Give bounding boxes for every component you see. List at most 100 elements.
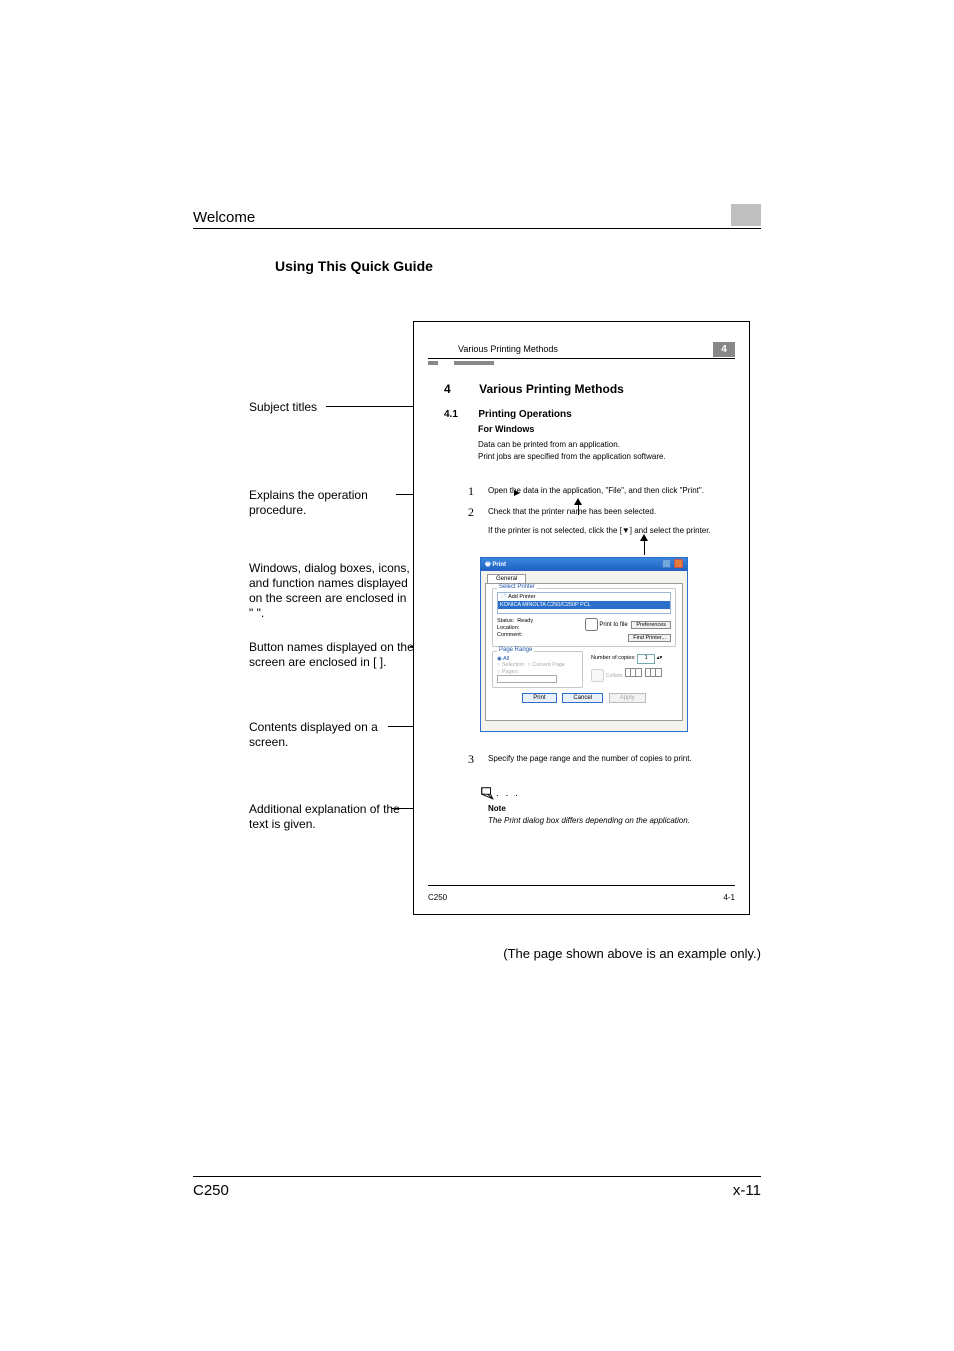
radio-label: Selection [502, 662, 525, 668]
callout-button-names: Button names displayed on the screen are… [249, 640, 414, 670]
radio-label: All [503, 656, 509, 662]
status-value: Ready [517, 618, 533, 624]
page-footer: C250 x-11 [193, 1182, 761, 1199]
print-to-file-checkbox[interactable] [585, 618, 598, 631]
group-page-range: Page Range ◉ All ○ Selection ○ Current P… [492, 651, 583, 688]
collate-checkbox [591, 669, 604, 682]
page-header: Welcome [193, 204, 761, 226]
mini-section-title: Printing Operations [478, 409, 571, 420]
printer-status-row: Status: Ready Location: Comment: Print t… [497, 618, 671, 642]
copies-label: Number of copies: [591, 655, 636, 661]
mini-chapter-row: 4 Various Printing Methods [444, 380, 735, 398]
callout-screen-contents: Contents displayed on a screen. [249, 720, 414, 750]
printer-icon: 🖶 [485, 562, 491, 568]
group-title: Select Printer [497, 584, 537, 590]
cancel-button[interactable]: Cancel [562, 693, 603, 703]
callout-subject-titles: Subject titles [249, 400, 414, 415]
step-number: 3 [468, 752, 474, 767]
comment-label: Comment: [497, 632, 533, 639]
tab-general[interactable]: General [487, 574, 526, 583]
mini-bar [454, 361, 494, 365]
step-text: Open the data in the application, "File"… [488, 486, 735, 495]
dialog-body: Select Printer 📄 Add Printer KONICA MINO… [485, 583, 683, 721]
spinner-icon[interactable]: ▴▾ [657, 655, 663, 661]
header-rule [193, 228, 761, 229]
page-footer-left: C250 [193, 1182, 229, 1199]
print-to-file-label: Print to file [599, 622, 627, 628]
radio-label: Current Page [532, 662, 565, 668]
radio-pages[interactable]: ○ Pages: [497, 669, 578, 683]
collate-label: Collate [606, 673, 623, 679]
page-footer-right: x-11 [733, 1182, 761, 1199]
mini-header-rule [428, 358, 735, 359]
collate-icon [647, 668, 662, 679]
mini-paragraph: Print jobs are specified from the applic… [478, 452, 666, 461]
mini-chapter-title: Various Printing Methods [479, 382, 624, 396]
group-copies: Number of copies: 1 ▴▾ Collate [587, 651, 676, 688]
printer-item-selected[interactable]: KONICA MINOLTA C250/C250P PCL [498, 601, 670, 609]
mini-header-number: 4 [713, 342, 735, 357]
mini-step-1: 1 Open the data in the application, "Fil… [468, 486, 735, 495]
close-icon[interactable] [674, 559, 683, 568]
preferences-button[interactable]: Preferences [631, 621, 671, 629]
example-caption: (The page shown above is an example only… [503, 946, 761, 961]
copies-input[interactable]: 1 [637, 654, 655, 664]
page-footer-rule [193, 1176, 761, 1177]
mini-conditional-note: If the printer is not selected, click th… [488, 526, 711, 535]
collate-row: Collate [591, 668, 672, 682]
arrow-right-icon [514, 490, 520, 496]
printer-list[interactable]: 📄 Add Printer KONICA MINOLTA C250/C250P … [497, 592, 671, 614]
arrow-up-icon [640, 534, 648, 541]
mini-section-row: 4.1 Printing Operations [444, 404, 735, 422]
callout-explains-procedure: Explains the operation procedure. [249, 488, 414, 518]
printer-item-label: Add Printer [508, 594, 536, 600]
mini-step-3: 3 Specify the page range and the number … [468, 754, 692, 763]
header-title: Welcome [193, 209, 255, 226]
note-ellipsis: . . . [496, 788, 520, 799]
step-number: 2 [468, 505, 474, 520]
example-page-frame: Various Printing Methods 4 4 Various Pri… [413, 321, 750, 915]
arrow-up-icon [574, 498, 582, 505]
group-select-printer: Select Printer 📄 Add Printer KONICA MINO… [492, 588, 676, 647]
callout-windows-names: Windows, dialog boxes, icons, and functi… [249, 561, 414, 621]
header-chapter-box [731, 204, 761, 226]
copies-row: Number of copies: 1 ▴▾ [591, 654, 672, 664]
arrow-stem [578, 505, 579, 515]
step-number: 1 [468, 484, 474, 499]
mini-chapter-number: 4 [444, 382, 451, 396]
apply-button: Apply [609, 693, 646, 703]
collate-icon [627, 668, 642, 679]
pages-input[interactable] [497, 675, 557, 683]
dialog-footer: Print Cancel Apply [492, 693, 676, 703]
mini-header-text: Various Printing Methods [458, 344, 558, 354]
step-text: Specify the page range and the number of… [488, 754, 692, 763]
dialog-title-label: Print [492, 562, 506, 568]
print-dialog: 🖶 Print General Select Printer 📄 Add Pri… [480, 557, 688, 732]
location-label: Location: [497, 625, 533, 632]
printer-item-add[interactable]: 📄 Add Printer [498, 593, 670, 601]
radio-selection-current: ○ Selection ○ Current Page [497, 662, 578, 668]
range-copies-row: Page Range ◉ All ○ Selection ○ Current P… [492, 651, 676, 692]
status-right: Print to file Preferences Find Printer..… [585, 618, 671, 642]
note-text: The Print dialog box differs depending o… [488, 816, 690, 825]
callout-additional-explanation: Additional explanation of the text is gi… [249, 802, 414, 832]
mini-step-2: 2 Check that the printer name has been s… [468, 507, 735, 516]
note-label: Note [488, 804, 506, 813]
dialog-titlebar: 🖶 Print [481, 558, 687, 571]
note-icon [480, 786, 494, 800]
find-printer-button[interactable]: Find Printer... [628, 634, 671, 642]
print-button[interactable]: Print [522, 693, 556, 703]
mini-footer-left: C250 [428, 893, 447, 902]
dialog-title-text: 🖶 Print [485, 560, 506, 570]
window-controls [661, 559, 683, 570]
arrow-stem [644, 541, 645, 555]
step-text: Check that the printer name has been sel… [488, 507, 735, 516]
mini-footer-right: 4-1 [723, 893, 735, 902]
status-label: Status: [497, 618, 514, 624]
group-title: Page Range [497, 647, 534, 653]
mini-paragraph: Data can be printed from an application. [478, 440, 620, 449]
radio-all[interactable]: ◉ All [497, 656, 578, 662]
mini-footer-rule [428, 885, 735, 886]
mini-bar [428, 361, 438, 365]
help-icon[interactable] [662, 559, 671, 568]
